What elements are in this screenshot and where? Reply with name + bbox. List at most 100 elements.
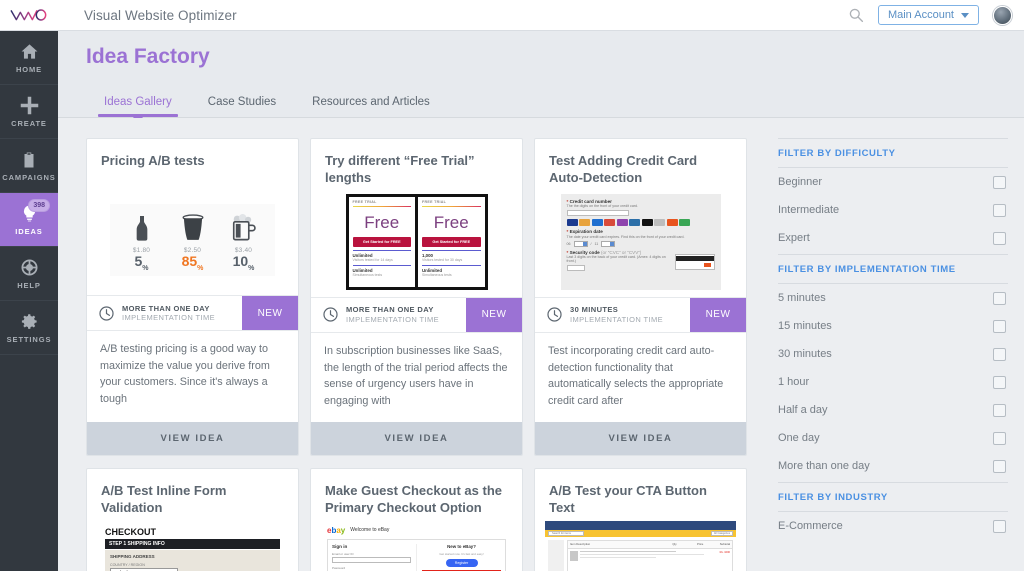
idea-card[interactable]: Try different “Free Trial” lengths FREE T… [310, 138, 523, 456]
view-idea-button[interactable]: VIEW IDEA [535, 421, 746, 455]
tab-case-studies[interactable]: Case Studies [190, 96, 294, 117]
divider [352, 205, 411, 208]
table-column-header: Qty [672, 542, 677, 546]
feature-label: Visitors tested for 30 days [422, 258, 463, 263]
filter-checkbox[interactable] [993, 203, 1006, 217]
cc-security-hint: Last 3 digits on the back of your credit… [566, 255, 666, 264]
filter-sidebar: FILTER BY DIFFICULTY Beginner Intermediate… [778, 138, 1008, 542]
filter-option[interactable]: 5 minutes [778, 284, 1008, 312]
filter-checkbox[interactable] [993, 403, 1006, 417]
card-brand-logo [679, 219, 690, 227]
implementation-time-label: IMPLEMENTATION TIME [570, 314, 664, 324]
filter-checkbox[interactable] [993, 375, 1006, 389]
filter-section-heading: FILTER BY INDUSTRY [778, 482, 1008, 512]
sidebar-item-ideas[interactable]: 398 IDEAS [0, 193, 58, 247]
left-sidebar: HOME CREATE CAMPAIGNS 398 IDEAS HELP SETTINGS [0, 31, 58, 571]
page-header: Idea Factory [58, 31, 1024, 83]
feature-label: Visitors tested for 14 days [352, 258, 393, 263]
filter-option[interactable]: 30 minutes [778, 340, 1008, 368]
sidebar-item-create[interactable]: CREATE [0, 85, 58, 139]
filter-checkbox[interactable] [993, 319, 1006, 333]
ebay-welcome: Welcome to eBay [350, 527, 390, 533]
register-button[interactable]: Register [445, 558, 478, 567]
divider [422, 205, 481, 208]
idea-card[interactable]: Pricing A/B tests $1.80 5% $2.50 85% $3.40 10%… [86, 138, 299, 456]
ebay-logo: ebay [327, 525, 346, 535]
filter-option[interactable]: 1 hour [778, 368, 1008, 396]
card-brand-logos [566, 219, 715, 227]
top-bar: Visual Website Optimizer Main Account [0, 0, 1024, 31]
table-column-header: Price [696, 542, 704, 546]
vwo-logo[interactable] [0, 0, 58, 31]
main-content: Pricing A/B tests $1.80 5% $2.50 85% $3.40 10%… [58, 118, 1024, 571]
lifebuoy-icon [20, 258, 39, 278]
variant-headline: Free [364, 213, 400, 233]
clock-icon [98, 305, 115, 322]
cc-month-value: 06 [566, 242, 571, 247]
sidebar-item-help[interactable]: HELP [0, 247, 58, 301]
cc-security-input[interactable] [566, 265, 585, 272]
account-selector[interactable]: Main Account [877, 5, 979, 25]
card-title: Make Guest Checkout as the Primary Check… [325, 482, 502, 515]
search-field[interactable]: Search for items [548, 530, 584, 536]
filter-section-heading: FILTER BY DIFFICULTY [778, 138, 1008, 168]
filter-checkbox[interactable] [993, 431, 1006, 445]
free-trial-variant: FREE TRIAL Free Get Started for FREE 1,000 V… [418, 196, 485, 287]
filter-checkbox[interactable] [993, 519, 1006, 533]
sidebar-item-home[interactable]: HOME [0, 31, 58, 85]
implementation-time-label: IMPLEMENTATION TIME [346, 314, 440, 324]
idea-card[interactable]: Test Adding Credit Card Auto-Detection * … [534, 138, 747, 456]
filter-checkbox[interactable] [993, 231, 1006, 245]
card-thumbnail: $1.80 5% $2.50 85% $3.40 10% [87, 185, 298, 295]
cc-year-select[interactable] [601, 240, 616, 247]
filter-checkbox[interactable] [993, 459, 1006, 473]
search-icon[interactable] [848, 7, 864, 23]
beer-glyph-glass [169, 213, 217, 247]
card-title: A/B Test your CTA Button Text [549, 482, 707, 515]
free-trial-variant: FREE TRIAL Free Get Started for FREE Unlimi… [348, 196, 415, 287]
filter-option[interactable]: Beginner [778, 168, 1008, 196]
card-description: In subscription businesses like SaaS, th… [324, 344, 508, 407]
filter-option[interactable]: More than one day [778, 452, 1008, 480]
filter-section: FILTER BY IMPLEMENTATION TIME 5 minutes 15… [778, 254, 1008, 480]
filter-option[interactable]: E-Commerce [778, 512, 1008, 540]
category-select[interactable]: All Categories [710, 530, 733, 536]
cc-month-select[interactable] [573, 240, 588, 247]
view-idea-button[interactable]: VIEW IDEA [311, 421, 522, 455]
tab-resources-and-articles[interactable]: Resources and Articles [294, 96, 448, 117]
filter-option-label: Expert [778, 232, 810, 244]
filter-section-heading: FILTER BY IMPLEMENTATION TIME [778, 254, 1008, 284]
filter-option-label: Beginner [778, 176, 823, 188]
filter-checkbox[interactable] [993, 347, 1006, 361]
filter-option[interactable]: 15 minutes [778, 312, 1008, 340]
feature-label: Simultaneous tests [352, 273, 383, 278]
tab-ideas-gallery[interactable]: Ideas Gallery [86, 96, 190, 123]
checkout-heading: CHECKOUT [105, 526, 156, 537]
idea-card[interactable]: Make Guest Checkout as the Primary Check… [310, 467, 523, 571]
card-brand-logo [579, 219, 590, 227]
card-back-graphic [674, 254, 715, 271]
variant-cta-button: Get Started for FREE [422, 237, 481, 248]
sidebar-item-campaigns[interactable]: CAMPAIGNS [0, 139, 58, 193]
cc-number-input[interactable] [566, 210, 629, 217]
feature-label: Simultaneous tests [422, 273, 452, 278]
checkout-section: SHIPPING ADDRESS [110, 553, 155, 559]
country-select[interactable]: United States [110, 567, 178, 571]
variant-feature-row: 1,000 Visitors tested for 30 days [422, 250, 481, 262]
cc-security-label: * Security code (or “CVC” or “CVV”) [566, 249, 642, 255]
filter-option[interactable]: Expert [778, 224, 1008, 252]
idea-card[interactable]: A/B Test Inline Form Validation CHECKOUT S… [86, 467, 299, 571]
view-idea-button[interactable]: VIEW IDEA [87, 421, 298, 455]
avatar[interactable] [993, 5, 1012, 25]
filter-option[interactable]: Half a day [778, 396, 1008, 424]
filter-option[interactable]: One day [778, 424, 1008, 452]
filter-option-label: 1 hour [778, 376, 810, 388]
filter-option[interactable]: Intermediate [778, 196, 1008, 224]
sidebar-item-label: HOME [15, 64, 43, 74]
filter-checkbox[interactable] [993, 175, 1006, 189]
sidebar-item-settings[interactable]: SETTINGS [0, 301, 58, 355]
card-brand-logo [641, 219, 653, 227]
idea-card[interactable]: A/B Test your CTA Button Text Search for … [534, 467, 747, 571]
filter-checkbox[interactable] [993, 291, 1006, 305]
implementation-time: MORE THAN ONE DAY IMPLEMENTATION TIME [87, 296, 242, 330]
